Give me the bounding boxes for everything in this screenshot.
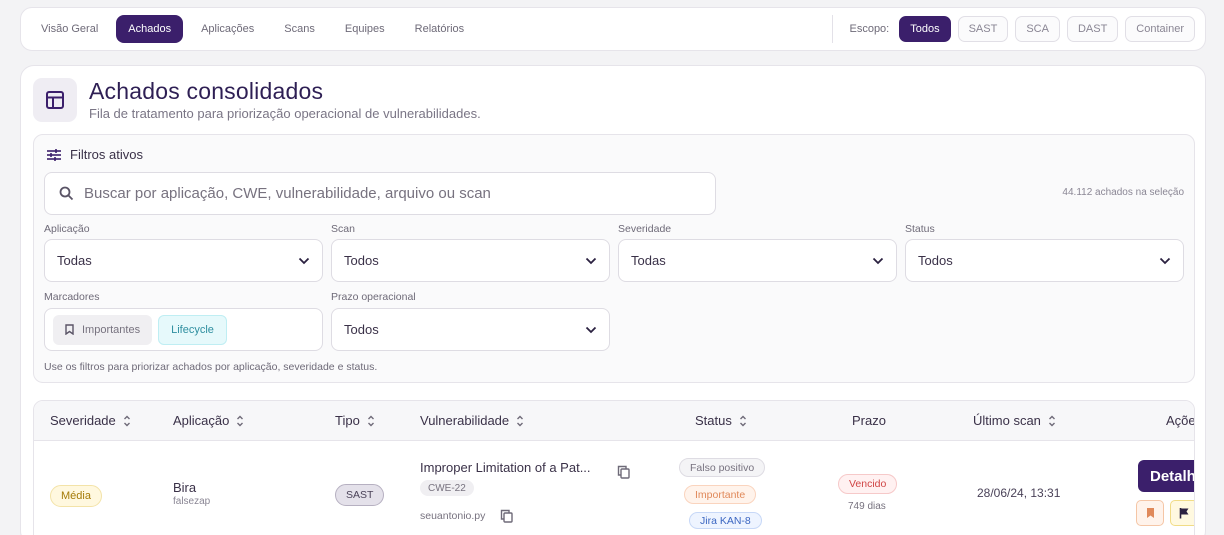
col-tipo[interactable]: Tipo (335, 413, 375, 428)
prazo-select[interactable]: Todos (331, 308, 610, 351)
col-prazo-label: Prazo (852, 413, 886, 428)
copy-icon[interactable] (617, 465, 630, 484)
col-status[interactable]: Status (695, 413, 747, 428)
app-subtitle: falsezap (173, 496, 211, 507)
tab-achados[interactable]: Achados (116, 15, 184, 43)
sort-icon (1048, 415, 1055, 426)
severity-badge: Média (50, 485, 102, 507)
tab-relatorios[interactable]: Relatórios (403, 15, 477, 43)
severidade-select[interactable]: Todas (618, 239, 897, 282)
sort-icon (237, 415, 244, 426)
col-aplicacao[interactable]: Aplicação (173, 413, 244, 428)
prazo-vencido-badge: Vencido (838, 474, 898, 494)
results-count: 44.112 achados na seleção (1062, 187, 1184, 198)
aplicacao-select[interactable]: Todas (44, 239, 323, 282)
table-header: Severidade Aplicação Tipo Vulnerabilidad… (34, 401, 1194, 441)
filters-title-label: Filtros ativos (70, 147, 143, 162)
col-acoes: Açõe (1166, 413, 1195, 428)
sort-icon (123, 415, 130, 426)
aplicacao-value: Todas (57, 253, 92, 268)
scan-select[interactable]: Todos (331, 239, 610, 282)
bookmark-action-button[interactable] (1136, 500, 1164, 526)
scope-sast-button[interactable]: SAST (957, 16, 1009, 42)
status-value: Todos (918, 253, 953, 268)
copy-icon[interactable] (500, 509, 513, 528)
top-navigation: Visão Geral Achados Aplicações Scans Equ… (20, 7, 1206, 51)
scope-container-button[interactable]: Container (1125, 16, 1195, 42)
tab-equipes[interactable]: Equipes (333, 15, 397, 43)
table-icon (33, 78, 77, 122)
details-button[interactable]: Detalh (1138, 460, 1194, 492)
page-subtitle: Fila de tratamento para priorização oper… (89, 106, 481, 121)
app-name[interactable]: Bira (173, 480, 196, 495)
file-path: seuantonio.py (420, 510, 486, 522)
prazo-days: 749 dias (848, 501, 886, 512)
severidade-label: Severidade (618, 223, 672, 235)
flag-icon (1179, 508, 1188, 519)
status-jira-badge[interactable]: Jira KAN-8 (689, 512, 762, 529)
sort-icon (517, 415, 524, 426)
col-tipo-label: Tipo (335, 413, 360, 428)
severidade-value: Todas (631, 253, 666, 268)
chevron-down-icon (872, 257, 884, 264)
sort-icon (739, 415, 746, 426)
importantes-chip-label: Importantes (82, 323, 141, 336)
scope-todos-button[interactable]: Todos (899, 16, 951, 42)
status-importante-badge: Importante (684, 485, 757, 504)
chevron-down-icon (1159, 257, 1171, 264)
status-select[interactable]: Todos (905, 239, 1184, 282)
chevron-down-icon (585, 257, 597, 264)
search-box[interactable] (44, 172, 716, 215)
status-falso-positivo-badge: Falso positivo (679, 458, 766, 477)
tab-scans[interactable]: Scans (272, 15, 327, 43)
status-label: Status (905, 223, 935, 235)
filters-panel: Filtros ativos 44.112 achados na seleção… (33, 134, 1195, 383)
col-ultimo-scan[interactable]: Último scan (973, 413, 1056, 428)
aplicacao-label: Aplicação (44, 223, 90, 235)
sliders-icon (47, 148, 61, 161)
col-ultimo-scan-label: Último scan (973, 413, 1041, 428)
findings-card: Achados consolidados Fila de tratamento … (20, 65, 1206, 535)
col-vulnerabilidade-label: Vulnerabilidade (420, 413, 510, 428)
scope-sca-button[interactable]: SCA (1015, 16, 1060, 42)
cwe-badge: CWE-22 (420, 480, 474, 496)
marcadores-label: Marcadores (44, 291, 100, 303)
chevron-down-icon (298, 257, 310, 264)
type-badge: SAST (335, 484, 385, 506)
col-vulnerabilidade[interactable]: Vulnerabilidade (420, 413, 524, 428)
tab-aplicacoes[interactable]: Aplicações (189, 15, 266, 43)
bookmark-icon (65, 324, 74, 335)
tab-visao-geral[interactable]: Visão Geral (29, 15, 110, 43)
marcadores-field: Importantes Lifecycle (44, 308, 323, 351)
prazo-value: Todos (344, 322, 379, 337)
filters-title: Filtros ativos (46, 147, 143, 162)
filters-hint: Use os filtros para priorizar achados po… (44, 361, 378, 373)
scope-dast-button[interactable]: DAST (1066, 16, 1119, 42)
chevron-down-icon (585, 326, 597, 333)
scope-label: Escopo: (849, 23, 890, 35)
search-icon (59, 186, 74, 201)
bookmark-icon (1146, 508, 1154, 518)
col-aplicacao-label: Aplicação (173, 413, 230, 428)
flag-action-button[interactable] (1170, 500, 1194, 526)
last-scan-date: 28/06/24, 13:31 (977, 486, 1061, 500)
nav-divider (832, 15, 834, 43)
scan-value: Todos (344, 253, 379, 268)
page-title: Achados consolidados (89, 78, 324, 104)
prazo-label: Prazo operacional (331, 291, 416, 303)
col-prazo: Prazo (852, 413, 886, 428)
col-status-label: Status (695, 413, 732, 428)
lifecycle-chip-label: Lifecycle (171, 323, 214, 336)
findings-table: Severidade Aplicação Tipo Vulnerabilidad… (33, 400, 1195, 535)
lifecycle-chip[interactable]: Lifecycle (158, 314, 227, 345)
importantes-chip[interactable]: Importantes (53, 314, 153, 345)
sort-icon (367, 415, 374, 426)
scan-label: Scan (331, 223, 355, 235)
col-acoes-label: Açõe (1166, 413, 1195, 428)
vulnerability-title[interactable]: Improper Limitation of a Pat... (420, 460, 602, 475)
col-severidade[interactable]: Severidade (50, 413, 131, 428)
col-severidade-label: Severidade (50, 413, 116, 428)
search-input[interactable] (84, 185, 684, 202)
